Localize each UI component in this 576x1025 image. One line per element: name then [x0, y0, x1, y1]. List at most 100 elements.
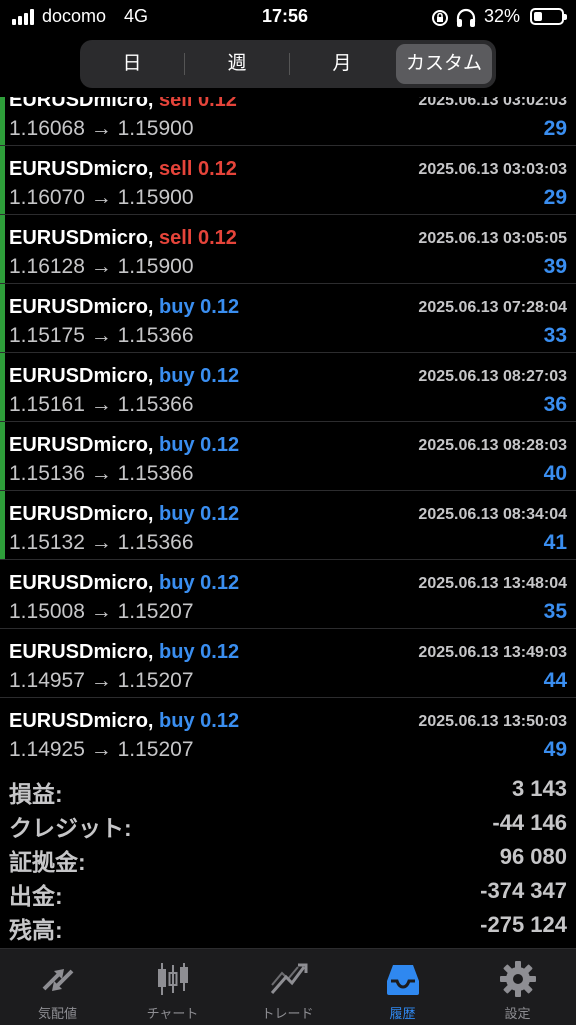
profit-label: 損益: — [9, 781, 63, 807]
symbol-name: EURUSDmicro, — [9, 434, 154, 456]
balance-label: 残高: — [9, 917, 63, 943]
deposit-label: 証拠金: — [9, 849, 86, 875]
segment-month[interactable]: 月 — [290, 40, 394, 88]
tab-quotes[interactable]: 気配値 — [0, 949, 115, 1025]
trade-side: sell 0.12 — [159, 227, 237, 249]
open-price: 1.14925 — [9, 738, 85, 761]
trade-trend-icon — [270, 963, 308, 994]
position-indicator-bar — [0, 353, 5, 421]
withdrawal-label: 出金: — [9, 883, 63, 909]
close-price: 1.15366 — [117, 393, 194, 416]
arrow-right-icon: → — [84, 738, 118, 761]
open-price: 1.14957 — [9, 669, 85, 692]
trade-history-list[interactable]: EURUSDmicro, sell 0.12 2025.06.13 03:02:0… — [0, 97, 576, 764]
trade-side: buy 0.12 — [159, 710, 240, 732]
trade-side: buy 0.12 — [159, 365, 240, 387]
credit-value: -44 146 — [492, 810, 567, 835]
trade-datetime: 2025.06.13 08:28:03 — [418, 437, 567, 454]
inbox-tray-icon — [387, 965, 419, 995]
arrow-right-icon: → — [84, 117, 118, 140]
network-type: 4G — [124, 6, 149, 26]
battery-percent: 32% — [484, 6, 521, 26]
trade-datetime: 2025.06.13 13:48:04 — [418, 575, 567, 592]
trade-symbol: EURUSDmicro, sell 0.12 — [9, 97, 237, 112]
trade-prices: 1.14957 → 1.15207 — [9, 669, 194, 693]
cellular-signal-icon — [12, 9, 36, 25]
trade-symbol: EURUSDmicro, sell 0.12 — [9, 158, 237, 181]
tab-history-label: 履歴 — [389, 1006, 416, 1021]
trade-row[interactable]: EURUSDmicro, buy 0.12 2025.06.13 08:34:04… — [0, 491, 576, 560]
trade-row[interactable]: EURUSDmicro, buy 0.12 2025.06.13 13:48:04… — [0, 560, 576, 629]
open-price: 1.16068 — [9, 117, 85, 140]
open-price: 1.15132 — [9, 531, 85, 554]
tab-trade[interactable]: トレード — [230, 949, 345, 1025]
clock: 17:56 — [262, 6, 309, 26]
bottom-tab-bar: 気配値 チャート トレード 履歴 設定 — [0, 948, 576, 1025]
symbol-name: EURUSDmicro, — [9, 227, 154, 249]
trade-datetime: 2025.06.13 03:02:03 — [418, 97, 567, 109]
tab-history[interactable]: 履歴 — [345, 949, 460, 1025]
trade-profit: 33 — [543, 324, 567, 347]
arrow-right-icon: → — [84, 600, 118, 623]
trade-row[interactable]: EURUSDmicro, buy 0.12 2025.06.13 13:50:03… — [0, 698, 576, 764]
headphones-icon — [456, 8, 476, 27]
deposit-value: 96 080 — [499, 844, 567, 869]
trade-symbol: EURUSDmicro, buy 0.12 — [9, 710, 239, 733]
trade-symbol: EURUSDmicro, buy 0.12 — [9, 503, 239, 526]
tab-settings[interactable]: 設定 — [460, 949, 575, 1025]
trade-profit: 29 — [543, 186, 567, 209]
summary-deposit-row: 証拠金: 96 080 — [0, 840, 576, 875]
status-bar: docomo 4G 17:56 32% — [0, 0, 576, 36]
arrow-right-icon: → — [84, 669, 118, 692]
arrow-right-icon: → — [84, 462, 118, 485]
trade-symbol: EURUSDmicro, buy 0.12 — [9, 365, 239, 388]
trade-prices: 1.16128 → 1.15900 — [9, 255, 194, 279]
account-summary: 損益: 3 143 クレジット: -44 146 証拠金: 96 080 出金:… — [0, 772, 576, 943]
tab-chart[interactable]: チャート — [115, 949, 230, 1025]
trade-profit: 40 — [543, 462, 567, 485]
trade-row[interactable]: EURUSDmicro, sell 0.12 2025.06.13 03:03:0… — [0, 146, 576, 215]
segment-day[interactable]: 日 — [80, 40, 184, 88]
credit-label: クレジット: — [9, 815, 132, 841]
trade-symbol: EURUSDmicro, buy 0.12 — [9, 434, 239, 457]
trade-prices: 1.15161 → 1.15366 — [9, 393, 194, 417]
close-price: 1.15207 — [117, 669, 194, 692]
trade-profit: 41 — [543, 531, 567, 554]
trade-profit: 39 — [543, 255, 567, 278]
trade-datetime: 2025.06.13 07:28:04 — [418, 299, 567, 316]
trade-datetime: 2025.06.13 08:34:04 — [418, 506, 567, 523]
quotes-arrows-icon — [42, 969, 74, 991]
segment-custom[interactable]: カスタム — [396, 44, 492, 84]
segment-week[interactable]: 週 — [185, 40, 289, 88]
trade-symbol: EURUSDmicro, sell 0.12 — [9, 227, 237, 250]
symbol-name: EURUSDmicro, — [9, 365, 154, 387]
trade-datetime: 2025.06.13 03:03:03 — [418, 161, 567, 178]
open-price: 1.15136 — [9, 462, 85, 485]
arrow-right-icon: → — [84, 255, 118, 278]
symbol-name: EURUSDmicro, — [9, 158, 154, 180]
arrow-right-icon: → — [84, 393, 118, 416]
trade-row[interactable]: EURUSDmicro, buy 0.12 2025.06.13 07:28:04… — [0, 284, 576, 353]
symbol-name: EURUSDmicro, — [9, 97, 154, 111]
symbol-name: EURUSDmicro, — [9, 503, 154, 525]
close-price: 1.15900 — [117, 117, 194, 140]
position-indicator-bar — [0, 215, 5, 283]
trade-row[interactable]: EURUSDmicro, buy 0.12 2025.06.13 13:49:03… — [0, 629, 576, 698]
trade-prices: 1.16068 → 1.15900 — [9, 117, 194, 141]
trade-datetime: 2025.06.13 13:50:03 — [418, 713, 567, 730]
trade-row[interactable]: EURUSDmicro, buy 0.12 2025.06.13 08:28:03… — [0, 422, 576, 491]
position-indicator-bar — [0, 146, 5, 214]
trade-symbol: EURUSDmicro, buy 0.12 — [9, 572, 239, 595]
close-price: 1.15366 — [117, 324, 194, 347]
trade-prices: 1.15008 → 1.15207 — [9, 600, 194, 624]
trade-row[interactable]: EURUSDmicro, buy 0.12 2025.06.13 08:27:03… — [0, 353, 576, 422]
trade-row[interactable]: EURUSDmicro, sell 0.12 2025.06.13 03:02:0… — [0, 97, 576, 146]
open-price: 1.16128 — [9, 255, 85, 278]
trade-profit: 36 — [543, 393, 567, 416]
close-price: 1.15900 — [117, 255, 194, 278]
trade-row[interactable]: EURUSDmicro, sell 0.12 2025.06.13 03:05:0… — [0, 215, 576, 284]
close-price: 1.15366 — [117, 531, 194, 554]
carrier-name: docomo — [42, 6, 107, 26]
period-segmented-control: 日 週 月 カスタム — [80, 40, 496, 88]
gear-icon — [500, 961, 536, 997]
